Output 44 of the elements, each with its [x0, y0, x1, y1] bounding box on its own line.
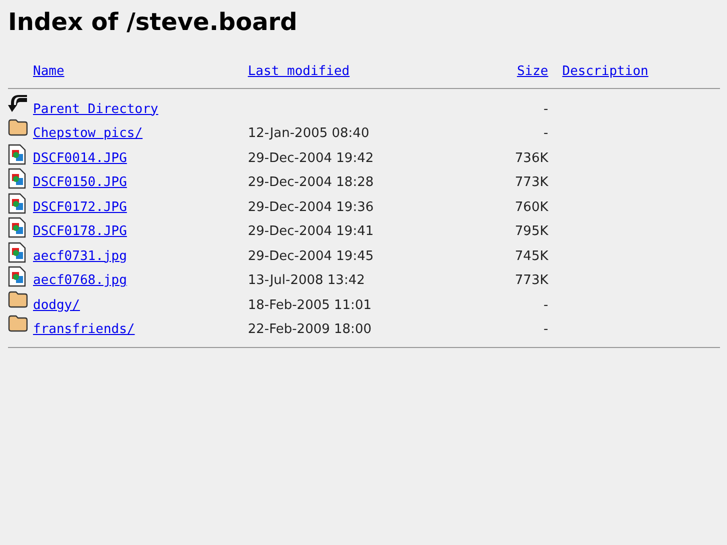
image-file-icon — [8, 266, 26, 287]
file-link[interactable]: DSCF0178.JPG — [33, 224, 127, 239]
file-size: 745K — [514, 248, 548, 264]
column-header-link[interactable]: Description — [562, 64, 648, 79]
modified-date: 18-Feb-2005 11:01 — [248, 298, 372, 312]
page-title: Index of /steve.board — [8, 7, 298, 38]
folder-icon — [8, 290, 28, 308]
modified-date: 22-Feb-2009 18:00 — [248, 322, 372, 337]
image-file-icon — [8, 217, 26, 238]
file-link[interactable]: dodgy/ — [33, 298, 80, 312]
column-header-link[interactable]: Last modified — [248, 64, 350, 79]
file-link[interactable]: Parent Directory — [33, 102, 158, 116]
column-header-link[interactable]: Name — [33, 64, 64, 79]
file-link[interactable]: DSCF0150.JPG — [33, 175, 127, 190]
file-size: - — [544, 102, 548, 116]
modified-date: 29-Dec-2004 19:45 — [248, 248, 374, 264]
file-link[interactable]: fransfriends/ — [33, 322, 135, 337]
image-file-icon — [8, 144, 26, 164]
file-size: 773K — [514, 175, 548, 190]
folder-icon — [8, 119, 28, 136]
file-link[interactable]: aecf0731.jpg — [33, 248, 127, 264]
modified-date: 29-Dec-2004 19:42 — [248, 150, 374, 166]
file-link[interactable]: Chepstow pics/ — [33, 126, 143, 141]
file-size: 736K — [514, 150, 548, 166]
folder-icon — [8, 315, 28, 332]
image-file-icon — [8, 242, 26, 262]
image-file-icon — [8, 168, 26, 189]
file-size: - — [544, 126, 548, 141]
modified-date: 29-Dec-2004 19:41 — [248, 224, 374, 239]
column-header-link[interactable]: Size — [516, 64, 548, 79]
modified-date: 12-Jan-2005 08:40 — [248, 126, 370, 141]
modified-date: 29-Dec-2004 18:28 — [248, 175, 374, 190]
file-size: 795K — [514, 224, 548, 239]
file-link[interactable]: DSCF0172.JPG — [33, 200, 127, 214]
file-size: - — [544, 322, 548, 337]
file-link[interactable]: DSCF0014.JPG — [33, 150, 127, 166]
modified-date: 13-Jul-2008 13:42 — [248, 273, 365, 288]
file-size: 760K — [514, 200, 548, 214]
file-size: - — [544, 298, 548, 312]
file-link[interactable]: aecf0768.jpg — [33, 273, 127, 288]
image-file-icon — [8, 192, 26, 214]
modified-date: 29-Dec-2004 19:36 — [248, 200, 374, 214]
file-size: 773K — [514, 273, 548, 288]
back-arrow-icon — [8, 94, 28, 112]
